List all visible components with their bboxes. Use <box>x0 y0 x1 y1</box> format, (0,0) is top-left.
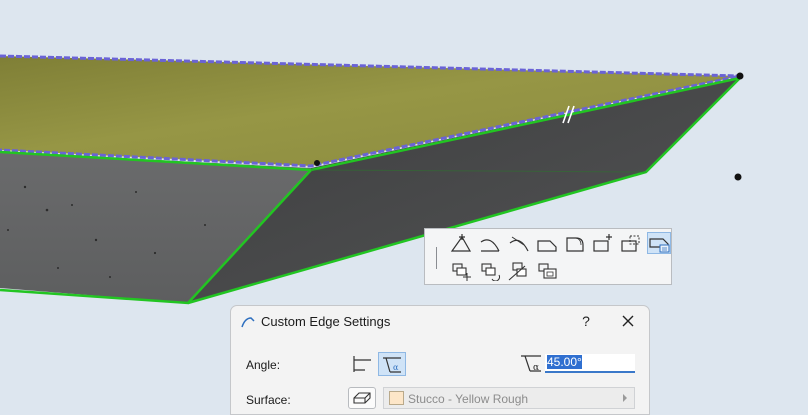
dialog-title: Custom Edge Settings <box>261 314 391 329</box>
svg-text:α: α <box>393 363 399 372</box>
rotate-polygon-icon[interactable] <box>478 260 502 282</box>
custom-edge-settings-icon[interactable] <box>647 232 671 254</box>
add-polygon-icon[interactable] <box>591 232 615 254</box>
surface-dropdown[interactable]: Stucco - Yellow Rough <box>383 387 635 409</box>
angle-input[interactable]: 45.00° <box>545 354 635 373</box>
curve-edge-icon[interactable] <box>478 232 502 254</box>
angle-label: Angle: <box>246 358 281 372</box>
dialog-edge-icon <box>241 317 255 328</box>
surface-toggle-button[interactable] <box>348 387 376 409</box>
tangent-edge-icon[interactable] <box>507 232 531 254</box>
close-icon[interactable] <box>619 311 637 331</box>
surface-label: Surface: <box>246 393 291 407</box>
custom-edge-settings-dialog: Custom Edge Settings ? Angle: α α 45.00°… <box>230 305 650 415</box>
angle-alpha-icon: α <box>521 355 541 373</box>
fillet-icon[interactable] <box>563 232 587 254</box>
surface-value: Stucco - Yellow Rough <box>408 392 529 406</box>
offset-edge-icon[interactable] <box>535 232 559 254</box>
custom-angle-edge-icon[interactable]: α <box>378 352 406 376</box>
palette-separator <box>436 247 437 269</box>
surface-swatch <box>389 391 404 405</box>
subtract-polygon-icon[interactable] <box>619 232 643 254</box>
vertical-edge-icon[interactable] <box>348 352 376 376</box>
angle-value: 45.00° <box>547 355 582 369</box>
corner-node[interactable] <box>736 72 744 80</box>
move-polygon-icon[interactable] <box>449 260 473 282</box>
svg-text:α: α <box>533 363 539 373</box>
mirror-polygon-icon[interactable] <box>506 260 530 282</box>
pet-palette <box>424 228 672 285</box>
offset-polygon-icon[interactable] <box>535 260 559 282</box>
help-button[interactable]: ? <box>577 311 595 331</box>
reference-point[interactable] <box>734 173 742 181</box>
chevron-right-icon <box>623 394 627 402</box>
add-node-icon[interactable] <box>449 232 473 254</box>
corner-node[interactable] <box>314 160 320 166</box>
